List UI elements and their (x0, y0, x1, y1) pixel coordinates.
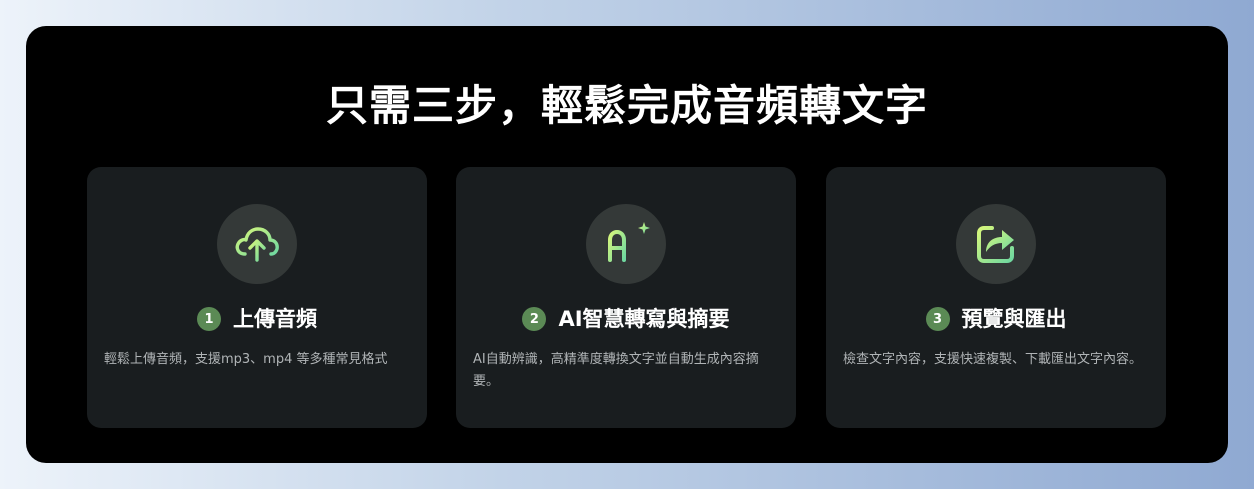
icon-circle (586, 204, 666, 284)
step-number-badge: 1 (197, 307, 221, 331)
step-heading: 2 AI智慧轉寫與摘要 (456, 307, 796, 331)
steps-panel: 只需三步，輕鬆完成音頻轉文字 1 上傳音頻 輕鬆上傳音頻，支援mp3、mp4 等… (26, 26, 1228, 463)
step-number-badge: 3 (925, 307, 950, 331)
ai-sparkle-icon (608, 222, 650, 262)
icon-circle (217, 204, 297, 284)
step-title: 預覽與匯出 (961, 307, 1067, 331)
step-description: 檢查文字內容，支援快速複製、下載匯出文字內容。 (843, 352, 1143, 367)
step-card-export: 3 預覽與匯出 檢查文字內容，支援快速複製、下載匯出文字內容。 (826, 167, 1166, 428)
icon-circle (956, 204, 1036, 284)
step-description: 輕鬆上傳音頻，支援mp3、mp4 等多種常見格式 (104, 352, 388, 367)
cloud-upload-icon (235, 227, 279, 262)
share-export-icon (977, 226, 1014, 263)
step-card-upload: 1 上傳音頻 輕鬆上傳音頻，支援mp3、mp4 等多種常見格式 (87, 167, 427, 428)
step-heading: 1 上傳音頻 (87, 307, 427, 331)
step-title: AI智慧轉寫與摘要 (558, 307, 730, 331)
step-heading: 3 預覽與匯出 (826, 307, 1166, 331)
step-number-badge: 2 (522, 307, 547, 331)
step-title: 上傳音頻 (233, 307, 317, 331)
step-description: AI自動辨識，高精準度轉換文字並自動生成內容摘要。 (473, 352, 759, 389)
step-card-ai: 2 AI智慧轉寫與摘要 AI自動辨識，高精準度轉換文字並自動生成內容摘要。 (456, 167, 796, 428)
page-title: 只需三步，輕鬆完成音頻轉文字 (325, 81, 928, 130)
